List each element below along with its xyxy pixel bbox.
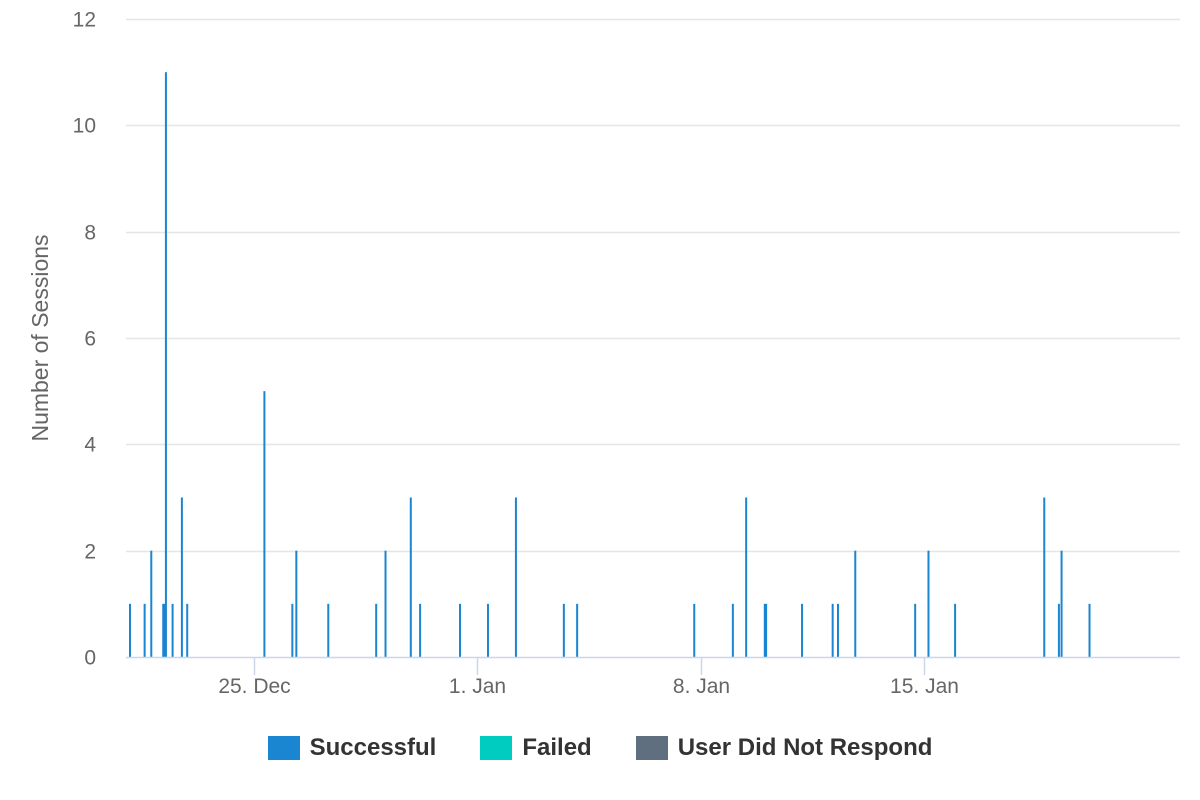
legend: Successful Failed User Did Not Respond bbox=[0, 730, 1200, 766]
bar-successful-14[interactable] bbox=[384, 550, 387, 657]
bar-successful-37[interactable] bbox=[1088, 603, 1091, 657]
bar-successful-22[interactable] bbox=[693, 603, 696, 657]
x-tick-label-25. Dec: 25. Dec bbox=[218, 675, 290, 698]
bar-successful-26[interactable] bbox=[765, 603, 768, 657]
bar-successful-32[interactable] bbox=[927, 550, 930, 657]
x-tick-label-8. Jan: 8. Jan bbox=[673, 675, 730, 698]
bar-successful-7[interactable] bbox=[180, 497, 183, 658]
bar-successful-24[interactable] bbox=[745, 497, 748, 658]
legend-label-user-did-not-respond: User Did Not Respond bbox=[677, 734, 933, 761]
x-tick-label-1. Jan: 1. Jan bbox=[449, 675, 506, 698]
bar-successful-8[interactable] bbox=[186, 603, 189, 657]
y-tick-label-6: 6 bbox=[84, 328, 96, 351]
legend-item-failed[interactable]: Failed bbox=[480, 734, 592, 762]
y-tick-label-2: 2 bbox=[84, 541, 96, 564]
y-tick-label-0: 0 bbox=[84, 647, 96, 670]
bar-successful-29[interactable] bbox=[836, 603, 839, 657]
bar-successful-11[interactable] bbox=[295, 550, 298, 657]
bar-successful-35[interactable] bbox=[1057, 603, 1060, 657]
y-axis-title: Number of Sessions bbox=[27, 234, 53, 441]
bar-successful-28[interactable] bbox=[831, 603, 834, 657]
bar-successful-33[interactable] bbox=[954, 603, 957, 657]
legend-swatch-user-did-not-respond bbox=[635, 736, 668, 760]
bar-successful-10[interactable] bbox=[291, 603, 294, 657]
legend-label-successful: Successful bbox=[309, 734, 437, 761]
bar-successful-27[interactable] bbox=[801, 603, 804, 657]
legend-swatch-successful bbox=[267, 736, 300, 760]
x-axis-ticks: 25. Dec 1. Jan 8. Jan 15. Jan bbox=[218, 657, 959, 698]
bar-successful-6[interactable] bbox=[171, 603, 174, 657]
bar-successful-0[interactable] bbox=[128, 603, 131, 657]
y-tick-label-4: 4 bbox=[84, 434, 96, 457]
y-tick-label-12: 12 bbox=[73, 9, 96, 32]
legend-label-failed: Failed bbox=[522, 734, 592, 761]
bar-successful-15[interactable] bbox=[409, 497, 412, 658]
x-tick-label-15. Jan: 15. Jan bbox=[890, 675, 959, 698]
legend-item-user-did-not-respond[interactable]: User Did Not Respond bbox=[635, 734, 933, 762]
y-tick-label-10: 10 bbox=[73, 115, 96, 138]
bar-successful-36[interactable] bbox=[1060, 550, 1063, 657]
bar-successful-13[interactable] bbox=[375, 603, 378, 657]
bar-successful-23[interactable] bbox=[731, 603, 734, 657]
legend-swatch-failed bbox=[480, 736, 513, 760]
bar-successful-31[interactable] bbox=[914, 603, 917, 657]
bar-successful-2[interactable] bbox=[150, 550, 153, 657]
bar-successful-1[interactable] bbox=[143, 603, 146, 657]
bar-successful-17[interactable] bbox=[459, 603, 462, 657]
bar-successful-20[interactable] bbox=[562, 603, 565, 657]
bar-successful-19[interactable] bbox=[514, 497, 517, 658]
legend-item-successful[interactable]: Successful bbox=[267, 734, 437, 762]
bar-successful-9[interactable] bbox=[263, 391, 266, 657]
bar-successful-5[interactable] bbox=[164, 72, 167, 658]
gridlines bbox=[126, 18, 1180, 553]
bar-successful-21[interactable] bbox=[576, 603, 579, 657]
y-axis-tick-labels: 0 2 4 6 8 10 12 bbox=[73, 9, 97, 670]
bar-successful-18[interactable] bbox=[486, 603, 489, 657]
sessions-chart: 0 2 4 6 8 10 12 Number of Sessions 25. Dec 1. J… bbox=[27, 9, 1180, 698]
y-tick-label-8: 8 bbox=[84, 222, 96, 245]
bar-successful-30[interactable] bbox=[854, 550, 857, 657]
plot-bars bbox=[128, 72, 1091, 658]
bar-successful-34[interactable] bbox=[1043, 497, 1046, 658]
bar-successful-12[interactable] bbox=[327, 603, 330, 657]
bar-successful-16[interactable] bbox=[419, 603, 422, 657]
